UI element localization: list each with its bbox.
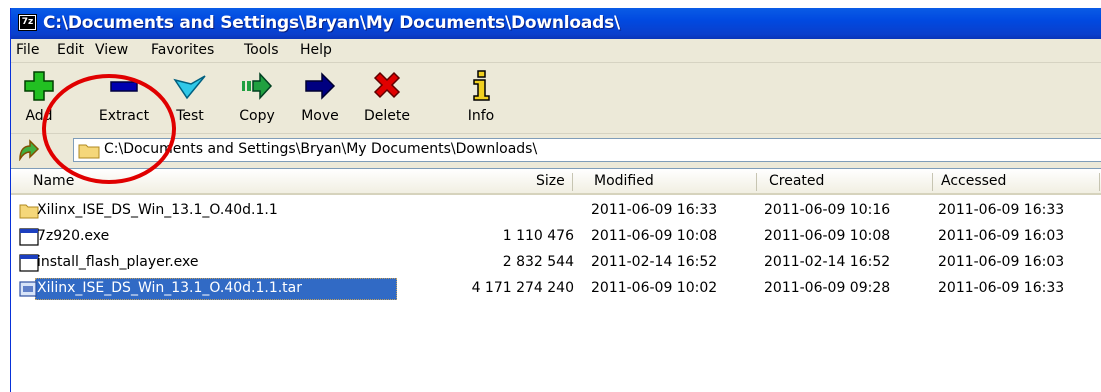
file-accessed: 2011-06-09 16:33 — [938, 280, 1065, 296]
exe-icon — [19, 228, 39, 246]
file-list: Name Size Modified Created Accessed Xili… — [11, 168, 1101, 392]
column-modified[interactable]: Modified — [594, 173, 654, 189]
file-size: 4 171 274 240 — [471, 280, 574, 296]
window-title: C:\Documents and Settings\Bryan\My Docum… — [43, 13, 621, 33]
menu-tools[interactable]: Tools — [244, 42, 279, 58]
up-folder-button[interactable] — [16, 139, 40, 162]
menu-help[interactable]: Help — [300, 42, 332, 58]
column-created[interactable]: Created — [769, 173, 824, 189]
highlight-circle — [42, 74, 176, 184]
file-created: 2011-02-14 16:52 — [764, 254, 891, 270]
delete-label: Delete — [364, 108, 410, 124]
list-item[interactable]: install_flash_player.exe 2 832 544 2011-… — [11, 251, 1101, 277]
title-bar[interactable]: 7z C:\Documents and Settings\Bryan\My Do… — [11, 8, 1101, 39]
menu-file[interactable]: File — [16, 42, 39, 58]
file-accessed: 2011-06-09 16:03 — [938, 228, 1065, 244]
file-created: 2011-06-09 09:28 — [764, 280, 891, 296]
info-icon — [473, 70, 490, 101]
column-accessed[interactable]: Accessed — [941, 173, 1006, 189]
test-icon — [173, 75, 206, 100]
file-size: 1 110 476 — [502, 228, 574, 244]
folder-icon — [19, 204, 39, 219]
file-accessed: 2011-06-09 16:33 — [938, 202, 1065, 218]
file-modified: 2011-06-09 10:02 — [591, 280, 718, 296]
delete-button[interactable]: Delete — [356, 68, 418, 130]
info-label: Info — [467, 108, 495, 124]
list-header: Name Size Modified Created Accessed — [11, 169, 1101, 195]
move-label: Move — [301, 108, 339, 124]
up-arrow-icon — [19, 139, 40, 162]
file-accessed: 2011-06-09 16:03 — [938, 254, 1065, 270]
file-modified: 2011-02-14 16:52 — [591, 254, 718, 270]
copy-button[interactable]: Copy — [232, 68, 282, 130]
file-name: 7z920.exe — [37, 228, 110, 244]
list-item[interactable]: 7z920.exe 1 110 476 2011-06-09 10:08 201… — [11, 225, 1101, 251]
copy-label: Copy — [239, 108, 275, 124]
address-field[interactable]: C:\Documents and Settings\Bryan\My Docum… — [73, 138, 1101, 162]
exe-icon — [19, 254, 39, 272]
move-button[interactable]: Move — [294, 68, 346, 130]
menu-edit[interactable]: Edit — [57, 42, 84, 58]
list-item-selected[interactable]: Xilinx_ISE_DS_Win_13.1_O.40d.1.1.tar 4 1… — [11, 277, 1101, 303]
file-modified: 2011-06-09 16:33 — [591, 202, 718, 218]
file-created: 2011-06-09 10:08 — [764, 228, 891, 244]
column-name[interactable]: Name — [33, 173, 74, 189]
delete-icon — [373, 71, 401, 99]
copy-icon — [242, 72, 273, 100]
file-name: Xilinx_ISE_DS_Win_13.1_O.40d.1.1.tar — [37, 280, 303, 296]
info-button[interactable]: Info — [461, 68, 501, 130]
column-size[interactable]: Size — [536, 173, 565, 189]
app-window: 7z C:\Documents and Settings\Bryan\My Do… — [10, 8, 1101, 392]
menu-bar: File Edit View Favorites Tools Help — [11, 39, 1101, 63]
list-item[interactable]: Xilinx_ISE_DS_Win_13.1_O.40d.1.1 2011-06… — [11, 199, 1101, 225]
move-icon — [305, 72, 336, 100]
menu-favorites[interactable]: Favorites — [151, 42, 214, 58]
file-created: 2011-06-09 10:16 — [764, 202, 891, 218]
menu-view[interactable]: View — [95, 42, 128, 58]
file-size: 2 832 544 — [502, 254, 574, 270]
archive-icon — [19, 281, 37, 297]
file-name: Xilinx_ISE_DS_Win_13.1_O.40d.1.1 — [37, 202, 278, 218]
7zip-app-icon[interactable]: 7z — [18, 14, 37, 31]
file-modified: 2011-06-09 10:08 — [591, 228, 718, 244]
add-icon — [24, 71, 54, 101]
file-name: install_flash_player.exe — [37, 254, 199, 270]
